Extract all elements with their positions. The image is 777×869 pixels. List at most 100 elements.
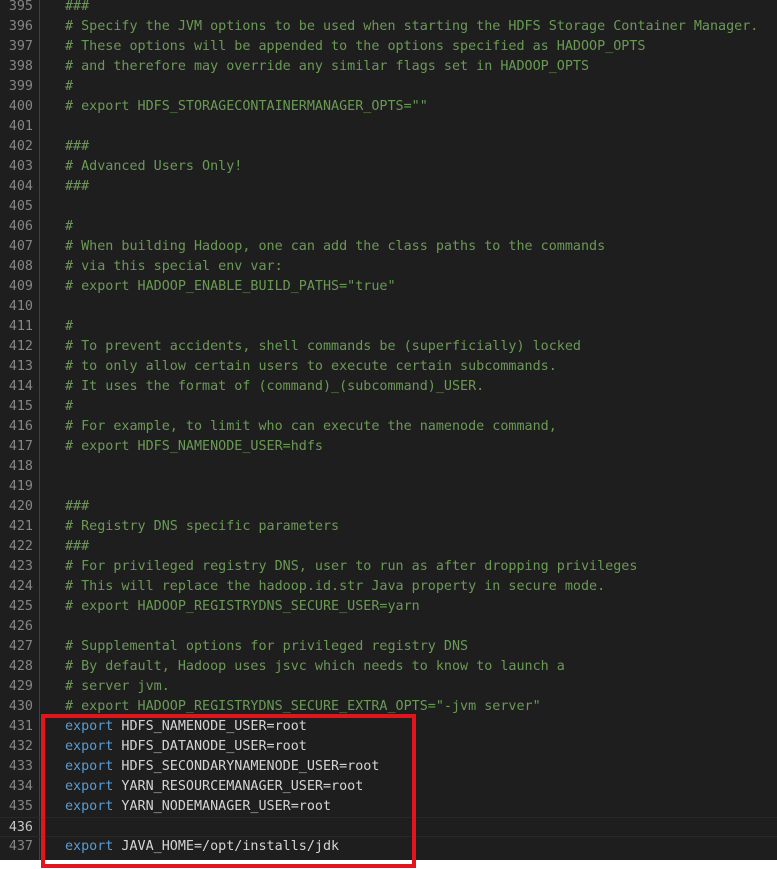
- code-editor[interactable]: 395 ### 396 # Specify the JVM options to be…: [0, 0, 777, 860]
- code-line[interactable]: 424 # This will replace the hadoop.id.str…: [0, 577, 777, 597]
- code-line[interactable]: 428 # By default, Hadoop uses jsvc which …: [0, 657, 777, 677]
- line-number: 435: [8, 799, 33, 814]
- comment-token: # When building Hadoop, one can add the …: [65, 239, 606, 254]
- comment-token: # export HADOOP_REGISTRYDNS_SECURE_EXTRA…: [65, 699, 541, 714]
- code-line[interactable]: 423 # For privileged registry DNS, user t…: [0, 557, 777, 577]
- code-line[interactable]: 412 # To prevent accidents, shell command…: [0, 337, 777, 357]
- text-token: HDFS_NAMENODE_USER=root: [113, 719, 307, 734]
- line-number: 411: [8, 319, 33, 334]
- line-number: 417: [8, 439, 33, 454]
- code-line[interactable]: 411 #: [0, 317, 777, 337]
- line-code: # export HDFS_NAMENODE_USER=hdfs: [65, 437, 323, 457]
- comment-token: ###: [65, 539, 90, 554]
- code-line[interactable]: 416 # For example, to limit who can execu…: [0, 417, 777, 437]
- code-line[interactable]: 398 # and therefore may override any simi…: [0, 57, 777, 77]
- code-line[interactable]: 407 # When building Hadoop, one can add t…: [0, 237, 777, 257]
- code-line[interactable]: 432 export HDFS_DATANODE_USER=root: [0, 737, 777, 757]
- line-code: #: [65, 317, 73, 337]
- line-number: 414: [8, 379, 33, 394]
- code-line[interactable]: 413 # to only allow certain users to exec…: [0, 357, 777, 377]
- line-code: # It uses the format of (command)_(subco…: [65, 377, 484, 397]
- line-number: 401: [8, 119, 33, 134]
- line-code: ###: [65, 137, 89, 157]
- code-line[interactable]: 433 export HDFS_SECONDARYNAMENODE_USER=ro…: [0, 757, 777, 777]
- line-number: 432: [8, 739, 33, 754]
- code-line[interactable]: 418: [0, 457, 777, 477]
- code-line[interactable]: 436: [0, 817, 777, 837]
- line-number: 425: [8, 599, 33, 614]
- line-number: 428: [8, 659, 33, 674]
- code-line[interactable]: 437 export JAVA_HOME=/opt/installs/jdk: [0, 837, 777, 857]
- comment-token: # To prevent accidents, shell commands b…: [65, 339, 581, 354]
- code-line[interactable]: 417 # export HDFS_NAMENODE_USER=hdfs: [0, 437, 777, 457]
- line-number: 420: [8, 499, 33, 514]
- code-line[interactable]: 414 # It uses the format of (command)_(su…: [0, 377, 777, 397]
- comment-token: # Advanced Users Only!: [65, 159, 243, 174]
- keyword-token: export: [65, 759, 114, 774]
- line-code: # Specify the JVM options to be used whe…: [65, 17, 758, 37]
- code-line[interactable]: 425 # export HADOOP_REGISTRYDNS_SECURE_US…: [0, 597, 777, 617]
- line-code: # Supplemental options for privileged re…: [65, 637, 468, 657]
- code-line[interactable]: 429 # server jvm.: [0, 677, 777, 697]
- line-code: # export HADOOP_ENABLE_BUILD_PATHS="true…: [65, 277, 396, 297]
- code-line[interactable]: 421 # Registry DNS specific parameters: [0, 517, 777, 537]
- line-code: #: [65, 77, 73, 97]
- comment-token: # export HDFS_STORAGECONTAINERMANAGER_OP…: [65, 99, 428, 114]
- line-number: 404: [8, 179, 33, 194]
- line-number: 424: [8, 579, 33, 594]
- text-token: YARN_RESOURCEMANAGER_USER=root: [113, 779, 364, 794]
- line-number: 405: [8, 199, 33, 214]
- code-line[interactable]: 419: [0, 477, 777, 497]
- comment-token: # server jvm.: [65, 679, 170, 694]
- code-line[interactable]: 426: [0, 617, 777, 637]
- comment-token: # via this special env var:: [65, 259, 283, 274]
- code-line[interactable]: 395 ###: [0, 0, 777, 17]
- comment-token: # export HDFS_NAMENODE_USER=hdfs: [65, 439, 323, 454]
- comment-token: # It uses the format of (command)_(subco…: [65, 379, 485, 394]
- line-code: # For privileged registry DNS, user to r…: [65, 557, 637, 577]
- line-number: 426: [8, 619, 33, 634]
- comment-token: ###: [65, 0, 90, 14]
- code-line[interactable]: 408 # via this special env var:: [0, 257, 777, 277]
- line-number: 416: [8, 419, 33, 434]
- code-line[interactable]: 400 # export HDFS_STORAGECONTAINERMANAGER…: [0, 97, 777, 117]
- line-code: ###: [65, 0, 89, 17]
- code-line[interactable]: 430 # export HADOOP_REGISTRYDNS_SECURE_EX…: [0, 697, 777, 717]
- comment-token: ###: [65, 139, 90, 154]
- comment-token: # Registry DNS specific parameters: [65, 519, 340, 534]
- line-code: # For example, to limit who can execute …: [65, 417, 557, 437]
- line-code: # By default, Hadoop uses jsvc which nee…: [65, 657, 565, 677]
- code-line[interactable]: 431 export HDFS_NAMENODE_USER=root: [0, 717, 777, 737]
- comment-token: ###: [65, 179, 90, 194]
- line-number: 437: [8, 839, 33, 854]
- code-line[interactable]: 420 ###: [0, 497, 777, 517]
- line-number: 431: [8, 719, 33, 734]
- comment-token: # For example, to limit who can execute …: [65, 419, 557, 434]
- line-number: 421: [8, 519, 33, 534]
- code-line[interactable]: 405: [0, 197, 777, 217]
- comment-token: # Supplemental options for privileged re…: [65, 639, 469, 654]
- code-line[interactable]: 415 #: [0, 397, 777, 417]
- code-line[interactable]: 422 ###: [0, 537, 777, 557]
- line-code: # These options will be appended to the …: [65, 37, 645, 57]
- code-line[interactable]: 399 #: [0, 77, 777, 97]
- code-line[interactable]: 403 # Advanced Users Only!: [0, 157, 777, 177]
- code-line[interactable]: 396 # Specify the JVM options to be used …: [0, 17, 777, 37]
- code-line[interactable]: 434 export YARN_RESOURCEMANAGER_USER=root: [0, 777, 777, 797]
- comment-token: #: [65, 399, 74, 414]
- line-code: export JAVA_HOME=/opt/installs/jdk: [65, 837, 339, 857]
- code-line[interactable]: 435 export YARN_NODEMANAGER_USER=root: [0, 797, 777, 817]
- code-line[interactable]: 406 #: [0, 217, 777, 237]
- comment-token: # This will replace the hadoop.id.str Ja…: [65, 579, 606, 594]
- line-number: 415: [8, 399, 33, 414]
- code-line[interactable]: 401: [0, 117, 777, 137]
- code-line[interactable]: 397 # These options will be appended to t…: [0, 37, 777, 57]
- code-line[interactable]: 404 ###: [0, 177, 777, 197]
- code-line[interactable]: 427 # Supplemental options for privileged…: [0, 637, 777, 657]
- code-line[interactable]: 402 ###: [0, 137, 777, 157]
- code-line[interactable]: 410: [0, 297, 777, 317]
- line-code: # via this special env var:: [65, 257, 283, 277]
- comment-token: # export HADOOP_REGISTRYDNS_SECURE_USER=…: [65, 599, 420, 614]
- line-code: ###: [65, 177, 89, 197]
- code-line[interactable]: 409 # export HADOOP_ENABLE_BUILD_PATHS="t…: [0, 277, 777, 297]
